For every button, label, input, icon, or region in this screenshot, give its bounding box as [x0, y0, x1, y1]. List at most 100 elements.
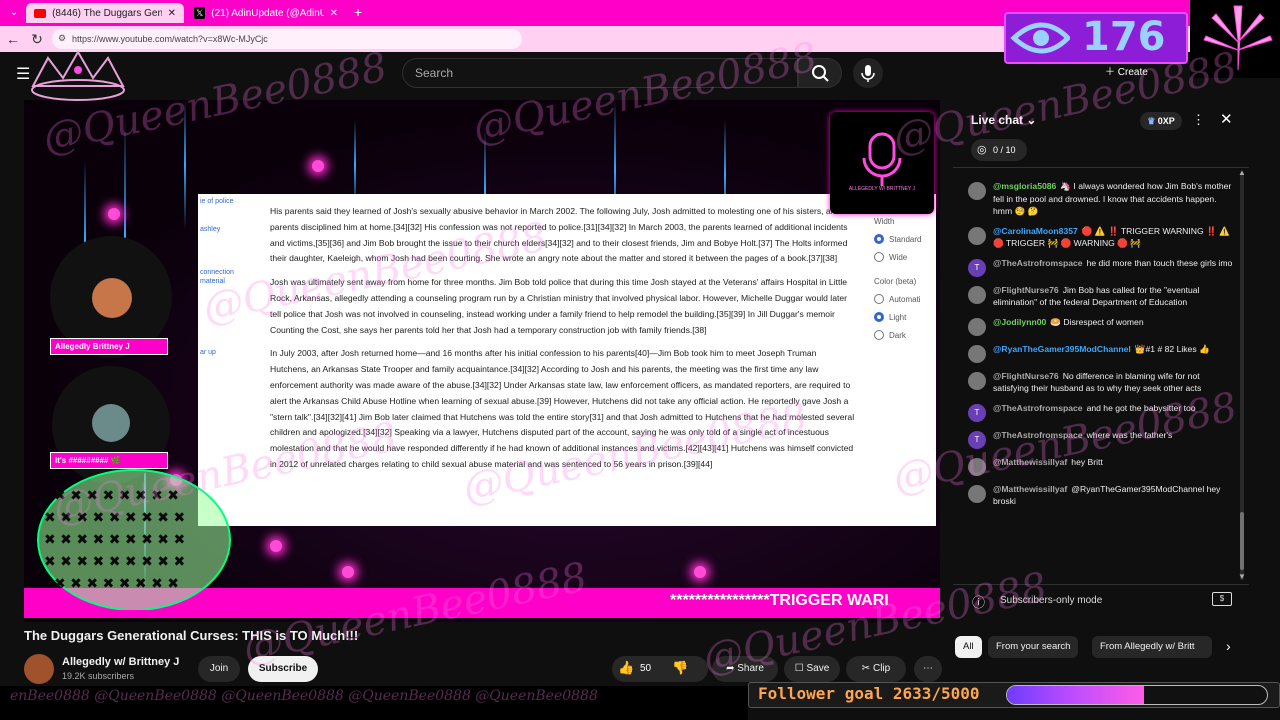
clip-button[interactable]: ✂ Clip [846, 656, 906, 682]
chat-author-avatar[interactable] [968, 226, 986, 245]
filter-chip-all[interactable]: All [955, 636, 982, 658]
chat-message[interactable]: T @TheAstrofromspace and he got the babysi… [968, 402, 1236, 422]
tab-youtube-video[interactable]: (8446) The Duggars Generational ✕ [26, 3, 184, 23]
search-button[interactable] [798, 58, 842, 88]
chat-author-name[interactable]: @Jodilynn00 [993, 317, 1046, 327]
scissors-icon: ✂ [861, 663, 873, 674]
chat-author-name[interactable]: @FlightNurse76 [993, 285, 1059, 295]
chat-author-avatar[interactable]: T [968, 258, 986, 277]
chat-goal-chip[interactable]: ◎ 0 / 10 [971, 139, 1027, 161]
chat-author-avatar[interactable] [968, 317, 986, 336]
chat-message-body: @Matthewissillyaf @RyanTheGamer395ModChan… [993, 483, 1236, 508]
share-label: Share [737, 663, 764, 674]
chat-message[interactable]: @CarolinaMoon8357 🛑 ⚠️ ‼️ TRIGGER WARNING… [968, 225, 1236, 250]
subscribe-button[interactable]: Subscribe [248, 656, 318, 682]
scroll-up-icon[interactable]: ▲ [1238, 168, 1246, 177]
xp-badge[interactable]: ♛ 0XP [1140, 112, 1182, 130]
close-chat-icon[interactable]: ✕ [1220, 110, 1233, 128]
chat-author-avatar[interactable] [968, 371, 986, 390]
chat-message[interactable]: @msgloria5086 🦄 I always wondered how Jim… [968, 180, 1236, 218]
x-favicon-icon: 𝕏 [194, 7, 206, 19]
youtube-favicon-icon [34, 8, 47, 18]
chat-author-avatar[interactable] [968, 285, 986, 304]
chat-author-name[interactable]: @TheAstrofromspace [993, 430, 1083, 440]
option-label: Automati [889, 294, 921, 304]
chevron-down-icon: ⌄ [1023, 113, 1037, 127]
radio-icon [874, 330, 884, 340]
chat-message[interactable]: @RyanTheGamer395ModChannel 👑#1 # 82 Likes… [968, 343, 1236, 363]
wiki-color-light: Light [874, 308, 934, 326]
chat-message[interactable]: @Matthewissillyaf @RyanTheGamer395ModChan… [968, 483, 1236, 508]
tab-close-icon[interactable]: ✕ [168, 8, 176, 19]
host-name-chip: Allegedly Brittney J [50, 338, 168, 355]
bottom-watermark-text: enBee0888 @QueenBee0888 @QueenBee0888 @Q… [10, 688, 598, 704]
chevron-right-icon[interactable]: › [1226, 638, 1231, 654]
svg-text:✖ ✖ ✖ ✖ ✖ ✖ ✖ ✖: ✖ ✖ ✖ ✖ ✖ ✖ ✖ ✖ [54, 576, 179, 592]
chat-author-name[interactable]: @CarolinaMoon8357 [993, 226, 1078, 236]
tab-close-icon[interactable]: ✕ [330, 8, 338, 19]
join-button[interactable]: Join [198, 656, 240, 682]
glow-dot [342, 566, 354, 578]
svg-text:✖ ✖ ✖ ✖ ✖ ✖ ✖ ✖ ✖: ✖ ✖ ✖ ✖ ✖ ✖ ✖ ✖ ✖ [44, 532, 185, 548]
chat-author-avatar[interactable] [968, 344, 986, 363]
light-streak [184, 100, 186, 230]
chat-message[interactable]: @FlightNurse76 Jim Bob has called for the… [968, 284, 1236, 309]
chat-author-name[interactable]: @TheAstrofromspace [993, 403, 1083, 413]
glow-dot [694, 566, 706, 578]
chat-author-name[interactable]: @msgloria5086 [993, 181, 1056, 191]
wiki-width-label: Width [874, 216, 895, 226]
new-tab-plus-icon[interactable]: + [354, 4, 362, 20]
chat-menu-dots-icon[interactable]: ⋮ [1192, 112, 1205, 128]
chat-message-body: @FlightNurse76 Jim Bob has called for the… [993, 284, 1236, 309]
scroll-down-icon[interactable]: ▼ [1238, 572, 1246, 581]
chat-message[interactable]: T @TheAstrofromspace where was the father'… [968, 429, 1236, 449]
chat-author-name[interactable]: @RyanTheGamer395ModChannel [993, 344, 1131, 354]
subscriber-count: 19.2K subscribers [62, 671, 135, 681]
save-button[interactable]: ☐ Save [784, 656, 840, 682]
super-chat-icon[interactable]: $ [1212, 592, 1232, 606]
chat-message[interactable]: @Matthewissillyaf hey Britt [968, 456, 1236, 476]
search-input[interactable]: Search [402, 58, 798, 88]
wiki-toc-link: material [200, 278, 225, 285]
wiki-appearance-panel: Width Standard Wide Color (beta) Automat… [874, 212, 934, 344]
tiara-logo-icon [31, 49, 125, 101]
chat-author-avatar[interactable] [968, 182, 986, 200]
glow-dot [108, 208, 120, 220]
filter-chip-from-channel[interactable]: From Allegedly w/ Britt [1092, 636, 1212, 658]
chat-author-name[interactable]: @TheAstrofromspace [993, 258, 1083, 268]
chat-author-avatar[interactable]: T [968, 430, 986, 449]
create-label: Create [1117, 67, 1148, 78]
tab-list-chevron-icon[interactable]: ⌄ [6, 5, 22, 21]
site-info-icon[interactable]: ⚙ [58, 33, 66, 44]
trigger-warning-text: ****************TRIGGER WARI [670, 592, 889, 609]
chat-author-name[interactable]: @FlightNurse76 [993, 371, 1059, 381]
like-count: 50 [640, 663, 652, 674]
option-label: Light [889, 312, 907, 322]
voice-search-button[interactable] [853, 58, 883, 88]
tab-x-profile[interactable]: 𝕏 (21) AdinUpdate (@AdinUpdate) / ✕ [186, 3, 346, 23]
chat-message[interactable]: @Jodilynn00 🥯 Disrespect of women [968, 316, 1236, 336]
chat-message[interactable]: @FlightNurse76 No difference in blaming w… [968, 370, 1236, 395]
filter-chip-from-search[interactable]: From your search [988, 636, 1079, 658]
like-thumb-icon[interactable]: 👍 [618, 660, 634, 676]
follower-jar-icon: ✖ ✖ ✖ ✖ ✖ ✖ ✖ ✖ ✖ ✖ ✖ ✖ ✖ ✖ ✖ ✖ ✖ ✖ ✖ ✖ … [37, 469, 231, 610]
more-actions-button[interactable]: ⋯ [914, 656, 942, 682]
save-playlist-icon: ☐ [794, 663, 807, 674]
chat-author-avatar[interactable]: T [968, 403, 986, 422]
chat-author-avatar[interactable] [968, 484, 986, 503]
info-icon[interactable]: ⓘ [972, 592, 985, 611]
back-arrow-icon[interactable]: ← [4, 30, 22, 48]
search-icon [812, 65, 829, 82]
radio-selected-icon [874, 312, 884, 322]
dislike-thumb-icon[interactable]: 👎 [672, 660, 688, 676]
chat-author-name[interactable]: @Matthewissillyaf [993, 484, 1067, 494]
chat-scrollbar-thumb[interactable] [1240, 512, 1244, 570]
chat-title-dropdown[interactable]: Live chat ⌄ [971, 113, 1036, 127]
chat-message[interactable]: T @TheAstrofromspace he did more than touc… [968, 257, 1236, 277]
channel-avatar[interactable] [24, 654, 54, 684]
wiki-toc-link: ashley [200, 226, 221, 233]
channel-name[interactable]: Allegedly w/ Brittney J [62, 656, 179, 668]
chat-author-avatar[interactable] [968, 457, 986, 476]
chat-author-name[interactable]: @Matthewissillyaf [993, 457, 1067, 467]
share-button[interactable]: ➦ Share [712, 656, 778, 682]
